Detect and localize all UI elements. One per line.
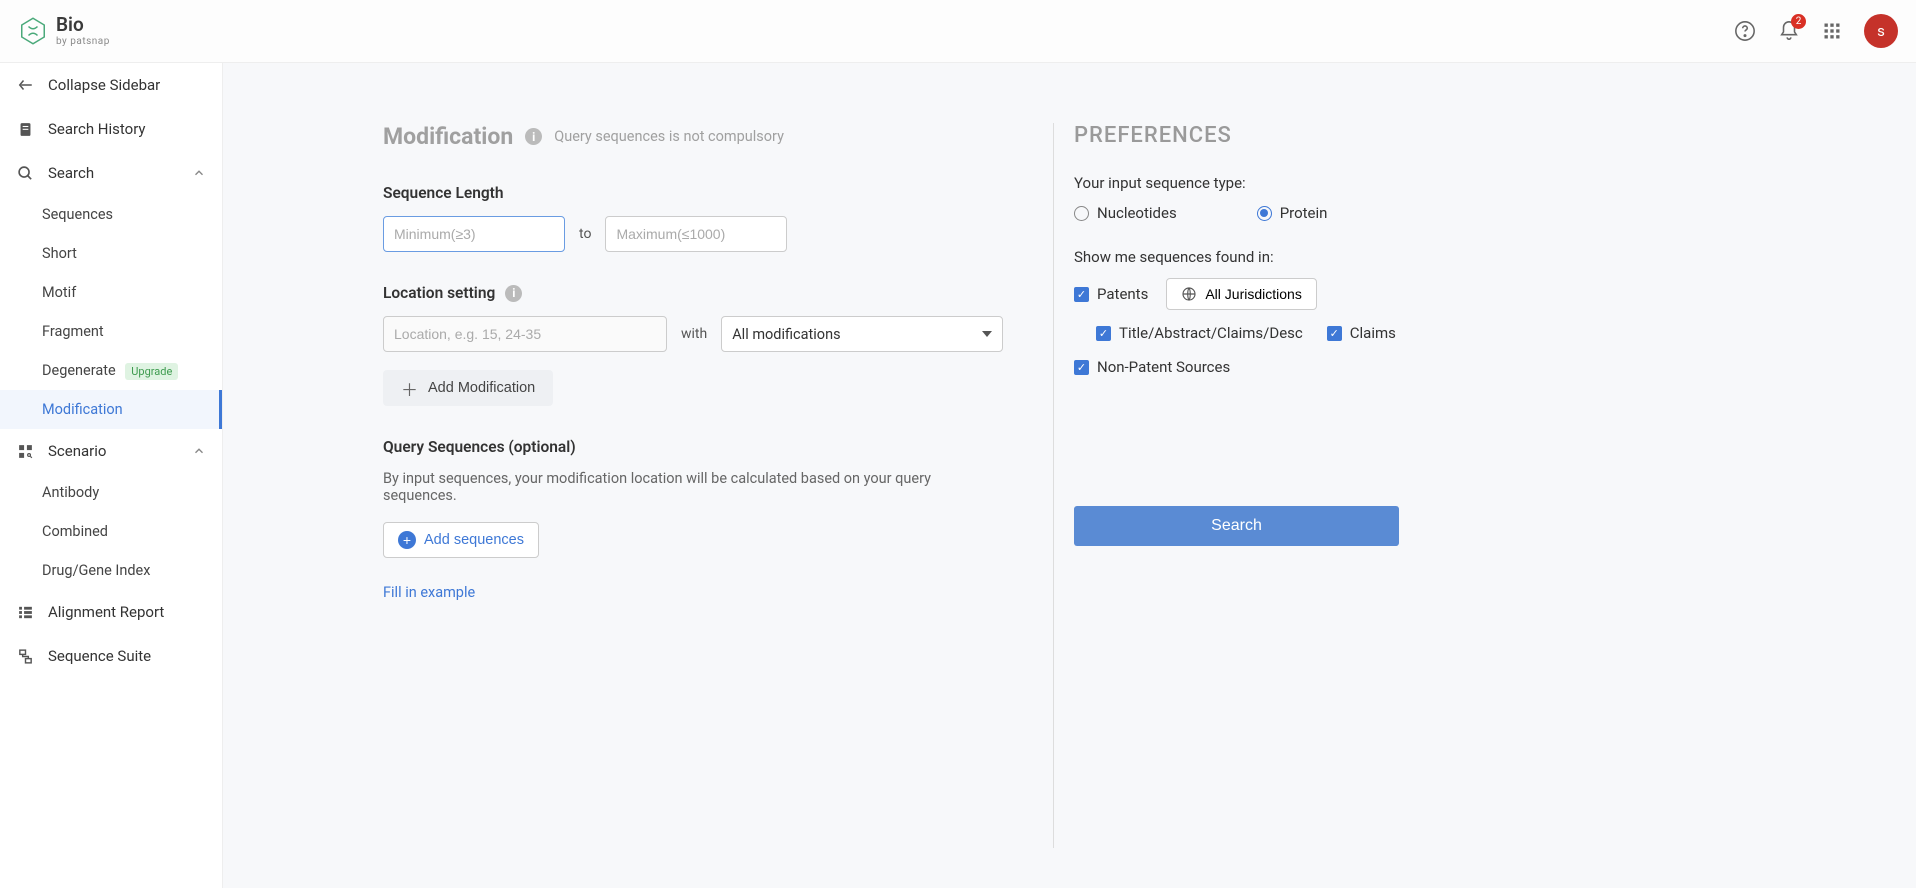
- sidebar-sub-degenerate[interactable]: Degenerate Upgrade: [0, 351, 222, 390]
- chk-tacd[interactable]: Title/Abstract/Claims/Desc: [1096, 324, 1303, 342]
- chevron-down-icon: [982, 331, 992, 337]
- protein-label: Protein: [1280, 204, 1328, 222]
- nonpatent-label: Non-Patent Sources: [1097, 358, 1230, 376]
- sidebar-sub-druggene[interactable]: Drug/Gene Index: [0, 551, 222, 590]
- info-icon[interactable]: i: [505, 285, 522, 302]
- upgrade-badge: Upgrade: [125, 363, 178, 380]
- alignment-icon: [16, 604, 34, 621]
- alignment-label: Alignment Report: [48, 603, 164, 621]
- history-icon: [16, 121, 34, 138]
- avatar[interactable]: s: [1864, 14, 1898, 48]
- brand-logo-icon: [18, 16, 48, 46]
- location-label: Location setting: [383, 284, 495, 302]
- with-text: with: [681, 326, 707, 342]
- sidebar-sub-modification[interactable]: Modification: [0, 390, 222, 429]
- checkbox-icon: [1327, 326, 1342, 341]
- found-in-label: Show me sequences found in:: [1074, 248, 1393, 266]
- sidebar: Collapse Sidebar Search History Search S…: [0, 63, 223, 888]
- claims-label: Claims: [1350, 324, 1396, 342]
- sidebar-item-scenario[interactable]: Scenario: [0, 429, 222, 473]
- search-label: Search: [48, 164, 94, 182]
- scenario-icon: [16, 443, 34, 460]
- pref-title: PREFERENCES: [1074, 123, 1393, 148]
- apps-icon[interactable]: [1822, 21, 1842, 41]
- fill-example-link[interactable]: Fill in example: [383, 584, 475, 601]
- suite-icon: [16, 648, 34, 665]
- chk-patents[interactable]: Patents: [1074, 285, 1148, 303]
- max-length-input[interactable]: [605, 216, 787, 252]
- chevron-up-icon: [192, 444, 206, 458]
- collapse-label: Collapse Sidebar: [48, 76, 160, 94]
- sidebar-sub-fragment[interactable]: Fragment: [0, 312, 222, 351]
- modification-select[interactable]: All modifications: [721, 316, 1003, 352]
- radio-icon: [1257, 206, 1272, 221]
- sidebar-item-history[interactable]: Search History: [0, 107, 222, 151]
- add-seq-label: Add sequences: [424, 532, 524, 548]
- globe-icon: [1181, 286, 1197, 302]
- radio-protein[interactable]: Protein: [1257, 204, 1328, 222]
- search-button[interactable]: Search: [1074, 506, 1399, 546]
- collapse-sidebar[interactable]: Collapse Sidebar: [0, 63, 222, 107]
- query-seq-label: Query Sequences (optional): [383, 438, 1003, 456]
- juris-label: All Jurisdictions: [1205, 286, 1301, 302]
- nucleotides-label: Nucleotides: [1097, 204, 1177, 222]
- plus-icon: ＋: [401, 376, 418, 401]
- tacd-label: Title/Abstract/Claims/Desc: [1119, 324, 1303, 342]
- to-text: to: [579, 226, 591, 242]
- brand-name: Bio: [56, 15, 110, 36]
- add-modification-button[interactable]: ＋ Add Modification: [383, 370, 553, 406]
- degenerate-label: Degenerate: [42, 362, 116, 379]
- sidebar-sub-sequences[interactable]: Sequences: [0, 195, 222, 234]
- sidebar-sub-antibody[interactable]: Antibody: [0, 473, 222, 512]
- search-icon: [16, 165, 34, 182]
- query-desc: By input sequences, your modification lo…: [383, 470, 1003, 504]
- suite-label: Sequence Suite: [48, 647, 151, 665]
- main-content: Modification i Query sequences is not co…: [223, 63, 1916, 888]
- collapse-icon: [16, 76, 34, 94]
- sidebar-sub-motif[interactable]: Motif: [0, 273, 222, 312]
- chk-claims[interactable]: Claims: [1327, 324, 1396, 342]
- page-title: Modification: [383, 123, 513, 150]
- sidebar-sub-short[interactable]: Short: [0, 234, 222, 273]
- input-type-label: Your input sequence type:: [1074, 174, 1393, 192]
- bell-icon[interactable]: 2: [1778, 20, 1800, 42]
- location-input[interactable]: [383, 316, 667, 352]
- patents-label: Patents: [1097, 285, 1148, 303]
- checkbox-icon: [1096, 326, 1111, 341]
- preferences-panel: PREFERENCES Your input sequence type: Nu…: [1053, 123, 1393, 848]
- min-length-input[interactable]: [383, 216, 565, 252]
- scenario-label: Scenario: [48, 442, 106, 460]
- chk-nonpatent[interactable]: Non-Patent Sources: [1074, 358, 1393, 376]
- history-label: Search History: [48, 120, 146, 138]
- sidebar-item-alignment[interactable]: Alignment Report: [0, 590, 222, 634]
- brand-sub: by patsnap: [56, 36, 110, 47]
- sidebar-item-suite[interactable]: Sequence Suite: [0, 634, 222, 678]
- brand[interactable]: Bio by patsnap: [18, 15, 110, 47]
- page-subtitle: Query sequences is not compulsory: [554, 128, 784, 145]
- sidebar-sub-combined[interactable]: Combined: [0, 512, 222, 551]
- plus-circle-icon: +: [398, 531, 416, 549]
- mod-select-value: All modifications: [732, 326, 840, 343]
- radio-nucleotides[interactable]: Nucleotides: [1074, 204, 1177, 222]
- add-sequences-button[interactable]: + Add sequences: [383, 522, 539, 558]
- radio-icon: [1074, 206, 1089, 221]
- checkbox-icon: [1074, 287, 1089, 302]
- chevron-up-icon: [192, 166, 206, 180]
- seq-len-label: Sequence Length: [383, 184, 1003, 202]
- checkbox-icon: [1074, 360, 1089, 375]
- help-icon[interactable]: [1734, 20, 1756, 42]
- add-mod-label: Add Modification: [428, 380, 535, 396]
- info-icon[interactable]: i: [525, 128, 542, 145]
- notif-badge: 2: [1791, 14, 1806, 29]
- jurisdictions-button[interactable]: All Jurisdictions: [1166, 278, 1316, 310]
- sidebar-item-search[interactable]: Search: [0, 151, 222, 195]
- header: Bio by patsnap 2 s: [0, 0, 1916, 63]
